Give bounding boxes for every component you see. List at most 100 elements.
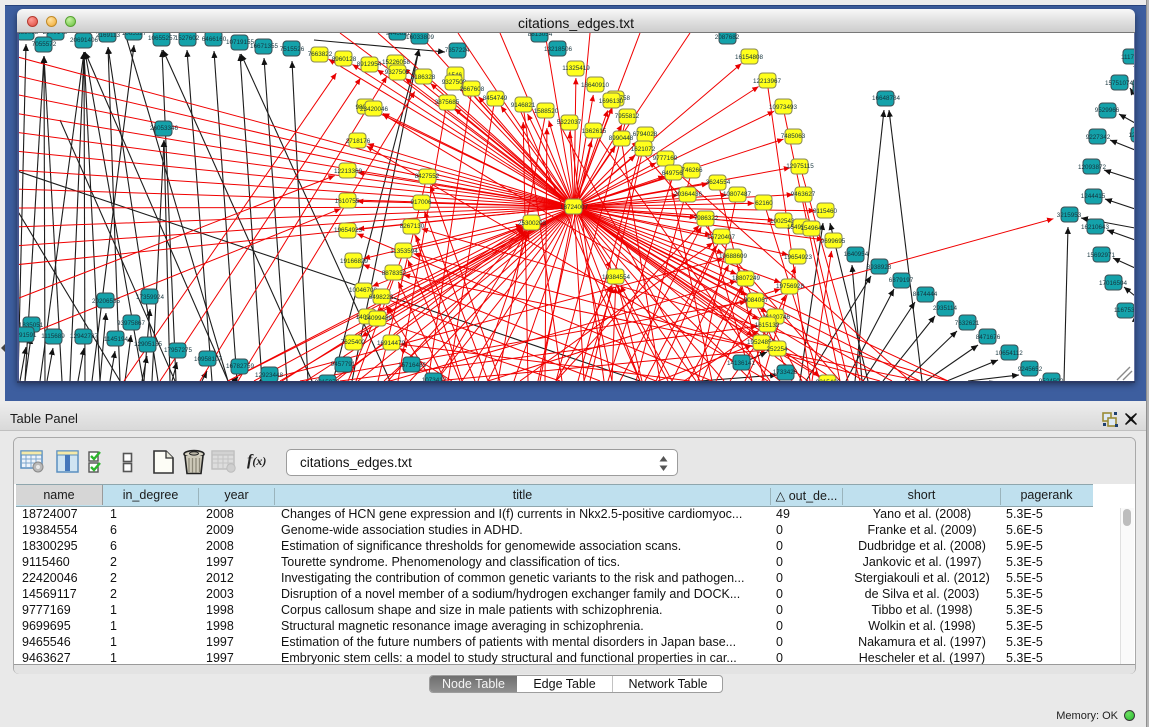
svg-text:12213369: 12213369: [334, 168, 363, 175]
svg-text:16648784: 16648784: [872, 95, 901, 102]
svg-text:10654112: 10654112: [995, 350, 1023, 357]
svg-text:19384554: 19384554: [602, 274, 631, 281]
svg-text:1588520: 1588520: [534, 108, 559, 115]
svg-text:8454749: 8454749: [483, 95, 508, 102]
svg-text:7055572: 7055572: [32, 41, 57, 48]
svg-text:8990448: 8990448: [609, 135, 634, 142]
svg-text:154964: 154964: [800, 225, 822, 232]
svg-text:23420046: 23420046: [360, 106, 389, 113]
svg-text:9777169: 9777169: [653, 155, 678, 162]
svg-text:17359924: 17359924: [136, 294, 165, 301]
svg-text:1733426: 1733426: [773, 369, 798, 376]
svg-text:18807249: 18807249: [732, 275, 761, 282]
svg-text:391591: 391591: [17, 332, 37, 339]
svg-text:9446821: 9446821: [386, 33, 411, 37]
svg-text:5322037: 5322037: [557, 119, 582, 126]
svg-text:1610755: 1610755: [335, 198, 360, 205]
svg-text:16671355: 16671355: [250, 43, 279, 50]
svg-text:1621072: 1621072: [631, 146, 656, 153]
svg-text:18724007: 18724007: [560, 204, 589, 211]
svg-text:19654923: 19654923: [334, 227, 363, 234]
svg-text:12213967: 12213967: [753, 78, 782, 85]
svg-text:111702: 111702: [1121, 54, 1135, 61]
svg-text:9529966: 9529966: [1095, 107, 1120, 114]
svg-text:12942737: 12942737: [70, 333, 99, 340]
svg-text:6498222: 6498222: [369, 294, 394, 301]
svg-text:12905135: 12905135: [134, 341, 163, 348]
svg-text:1615132: 1615132: [755, 322, 780, 329]
svg-text:8186328: 8186328: [411, 74, 436, 81]
svg-text:917006: 917006: [410, 199, 432, 206]
svg-text:18640910: 18640910: [581, 82, 610, 89]
svg-text:9327505: 9327505: [385, 69, 410, 76]
svg-text:20691406: 20691406: [70, 37, 99, 44]
svg-text:93975867: 93975867: [117, 320, 146, 327]
svg-text:7625402: 7625402: [341, 339, 366, 346]
svg-text:9457791: 9457791: [331, 361, 356, 368]
svg-text:7955812: 7955812: [615, 113, 640, 120]
svg-text:6466160: 6466160: [202, 36, 227, 43]
svg-text:9115460: 9115460: [813, 208, 838, 215]
svg-text:8474444: 8474444: [913, 291, 938, 298]
svg-text:13218506: 13218506: [544, 46, 573, 53]
svg-text:7155058: 7155058: [17, 33, 39, 36]
svg-text:17957275: 17957275: [164, 347, 193, 354]
svg-text:10973493: 10973493: [769, 104, 798, 111]
svg-text:3624554: 3624554: [706, 179, 731, 186]
svg-text:1696130: 1696130: [599, 98, 624, 105]
svg-text:16782759: 16782759: [226, 363, 255, 370]
svg-text:1362615: 1362615: [582, 128, 607, 135]
svg-text:12093872: 12093872: [1078, 164, 1107, 171]
svg-text:62160: 62160: [755, 200, 773, 207]
svg-text:7515526: 7515526: [280, 46, 305, 53]
svg-text:11325419: 11325419: [562, 65, 590, 72]
svg-text:2087682: 2087682: [715, 34, 740, 41]
svg-text:17016504: 17016504: [1099, 280, 1128, 287]
svg-text:19654923: 19654923: [784, 254, 813, 261]
svg-text:20206535: 20206535: [92, 298, 121, 305]
svg-text:2667608: 2667608: [460, 86, 485, 93]
svg-text:14099489: 14099489: [364, 315, 393, 322]
svg-text:1065527: 1065527: [122, 33, 147, 37]
svg-text:9245652: 9245652: [1018, 366, 1043, 373]
svg-text:15692971: 15692971: [1087, 252, 1116, 259]
svg-text:20364436: 20364436: [674, 191, 703, 198]
svg-text:1145194: 1145194: [104, 336, 129, 343]
svg-text:7485063: 7485063: [781, 133, 806, 140]
svg-text:9463627: 9463627: [791, 191, 816, 198]
svg-text:19756928: 19756928: [776, 283, 805, 290]
svg-text:746266: 746266: [681, 167, 703, 174]
svg-text:10807487: 10807487: [723, 191, 752, 198]
svg-text:9084067: 9084067: [744, 297, 769, 304]
svg-text:26053346: 26053346: [150, 125, 179, 132]
svg-text:7663822: 7663822: [308, 51, 333, 58]
svg-text:3215953: 3215953: [1057, 212, 1082, 219]
svg-text:16914479: 16914479: [377, 340, 406, 347]
svg-text:25300203: 25300203: [518, 220, 547, 227]
svg-text:15720407: 15720407: [707, 234, 736, 241]
svg-text:8813054: 8813054: [528, 33, 553, 38]
svg-text:19166829: 19166829: [340, 258, 369, 265]
svg-text:12975115: 12975115: [786, 163, 814, 170]
svg-text:10655257: 10655257: [148, 35, 177, 42]
svg-text:9699695: 9699695: [821, 238, 846, 245]
svg-text:2169113: 2169113: [96, 33, 121, 39]
svg-text:7357224: 7357224: [445, 47, 470, 54]
svg-text:8938928: 8938928: [867, 264, 892, 271]
svg-text:2309146: 2309146: [43, 33, 68, 36]
svg-text:11353594: 11353594: [390, 248, 418, 255]
svg-text:8912954: 8912954: [357, 61, 382, 68]
svg-text:6879197: 6879197: [889, 277, 914, 284]
svg-text:12923448: 12923448: [255, 372, 284, 379]
svg-text:8471676: 8471676: [976, 334, 1001, 341]
svg-text:10688609: 10688609: [719, 253, 748, 260]
svg-text:7632621: 7632621: [955, 320, 980, 327]
svg-text:9146821: 9146821: [511, 102, 536, 109]
svg-text:1244415: 1244415: [1081, 193, 1106, 200]
svg-text:16154808: 16154808: [735, 54, 764, 61]
svg-text:10958107: 10958107: [194, 356, 223, 363]
svg-text:15716485: 15716485: [398, 362, 427, 369]
svg-text:2718176: 2718176: [346, 138, 371, 145]
svg-text:8427552: 8427552: [415, 173, 440, 180]
svg-text:15751074: 15751074: [1105, 80, 1134, 87]
